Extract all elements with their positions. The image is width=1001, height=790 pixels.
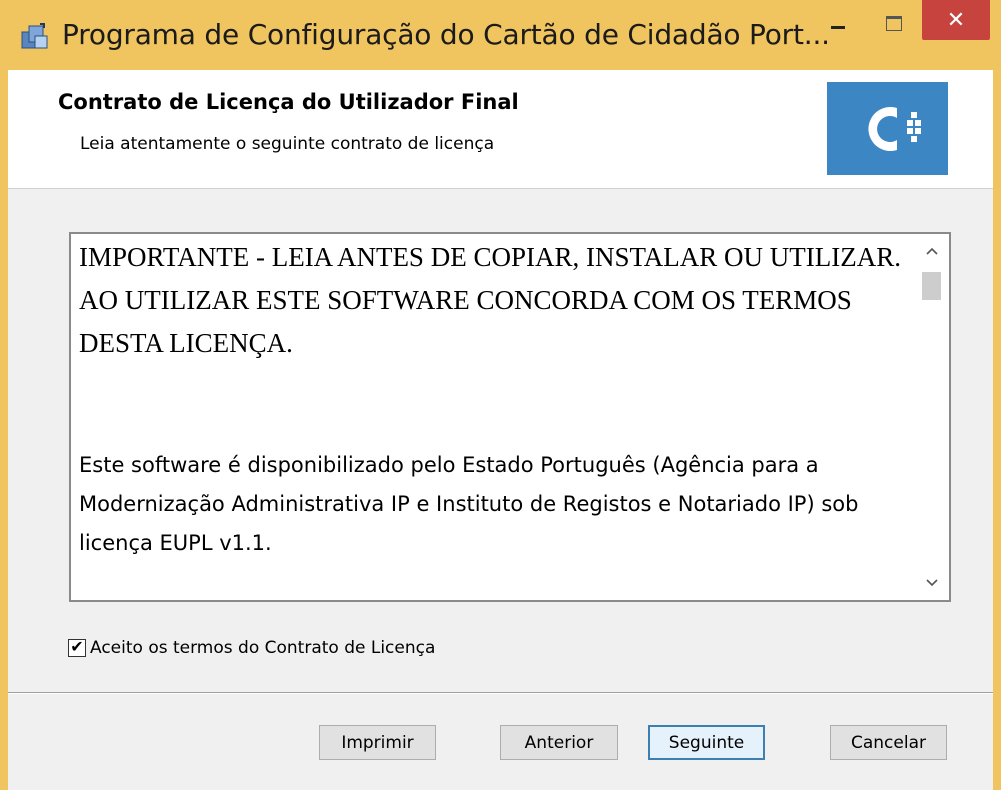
accept-terms-checkbox[interactable]: ✔ xyxy=(68,639,86,657)
cancel-button[interactable]: Cancelar xyxy=(830,725,947,760)
license-paragraph-eupl: Este software é disponibilizado pelo Est… xyxy=(79,453,859,555)
maximize-button[interactable] xyxy=(868,0,920,40)
chevron-down-icon xyxy=(926,579,938,587)
footer-divider xyxy=(8,692,993,694)
installer-app-icon xyxy=(21,23,48,49)
scroll-down-button[interactable] xyxy=(915,566,949,600)
close-button[interactable]: ✕ xyxy=(922,0,990,40)
accept-terms-row[interactable]: ✔ Aceito os termos do Contrato de Licenç… xyxy=(68,636,435,660)
license-text-content: IMPORTANTE - LEIA ANTES DE COPIAR, INSTA… xyxy=(75,234,910,600)
license-text-box[interactable]: IMPORTANTE - LEIA ANTES DE COPIAR, INSTA… xyxy=(69,232,951,602)
installer-window: Programa de Configuração do Cartão de Ci… xyxy=(0,0,1001,790)
license-paragraph-important: IMPORTANTE - LEIA ANTES DE COPIAR, INSTA… xyxy=(79,242,902,358)
dialog-client-area: Contrato de Licença do Utilizador Final … xyxy=(8,70,993,790)
previous-button[interactable]: Anterior xyxy=(500,725,618,760)
print-button[interactable]: Imprimir xyxy=(319,725,436,760)
chevron-up-icon xyxy=(926,247,938,255)
page-subtitle: Leia atentamente o seguinte contrato de … xyxy=(80,134,495,154)
maximize-icon xyxy=(886,15,902,31)
checkmark-icon: ✔ xyxy=(70,639,84,656)
minimize-button[interactable] xyxy=(812,0,864,40)
close-icon: ✕ xyxy=(946,7,966,33)
next-button[interactable]: Seguinte xyxy=(648,725,765,760)
dialog-header: Contrato de Licença do Utilizador Final … xyxy=(8,70,993,189)
license-scrollbar[interactable] xyxy=(915,234,949,600)
minimize-icon xyxy=(831,25,845,29)
page-title: Contrato de Licença do Utilizador Final xyxy=(58,90,519,114)
scroll-up-button[interactable] xyxy=(915,234,949,268)
accept-terms-label[interactable]: Aceito os termos do Contrato de Licença xyxy=(90,638,435,658)
window-title: Programa de Configuração do Cartão de Ci… xyxy=(62,18,830,51)
cartao-cidadao-logo-icon xyxy=(827,82,948,175)
scroll-thumb[interactable] xyxy=(922,272,941,300)
title-bar[interactable]: Programa de Configuração do Cartão de Ci… xyxy=(0,0,1001,70)
